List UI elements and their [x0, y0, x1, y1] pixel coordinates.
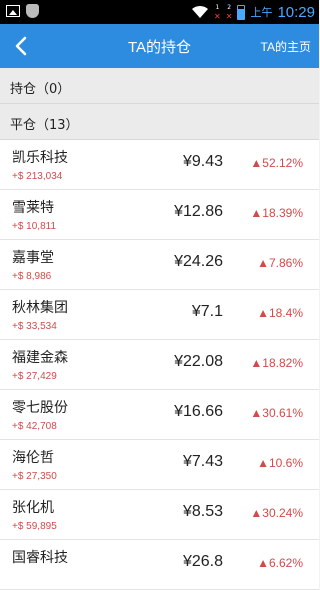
stock-name: 秋林集团 — [12, 300, 68, 316]
stock-row[interactable]: 秋林集团 +$ 33,534 ¥7.1 ▲18.4% — [0, 290, 319, 340]
stock-price: ¥7.1 — [191, 303, 223, 320]
wifi-icon — [192, 5, 209, 18]
app-header: TA的持仓 TA的主页 — [0, 24, 319, 68]
stock-name: 福建金森 — [12, 350, 68, 366]
stock-profit: +$ 27,350 — [12, 471, 57, 482]
stock-row[interactable]: 福建金森 +$ 27,429 ¥22.08 ▲18.82% — [0, 340, 319, 390]
shield-notification-icon — [26, 4, 39, 18]
stock-name: 凯乐科技 — [12, 150, 68, 166]
stock-row[interactable]: 零七股份 +$ 42,708 ¥16.66 ▲30.61% — [0, 390, 319, 440]
stock-profit: +$ 33,534 — [12, 321, 57, 332]
stock-row[interactable]: 嘉事堂 +$ 8,986 ¥24.26 ▲7.86% — [0, 240, 319, 290]
stock-change: ▲30.61% — [250, 406, 303, 420]
stock-name: 嘉事堂 — [12, 250, 54, 266]
image-notification-icon — [6, 5, 20, 17]
stock-change: ▲52.12% — [250, 156, 303, 170]
battery-icon — [237, 4, 246, 20]
stock-profit: +$ 27,429 — [12, 371, 57, 382]
stock-change: ▲10.6% — [257, 456, 303, 470]
signal-sim1-icon: 1 ✕ — [214, 4, 221, 21]
stock-row[interactable]: 凯乐科技 +$ 213,034 ¥9.43 ▲52.12% — [0, 140, 319, 190]
stock-price: ¥22.08 — [174, 353, 223, 370]
clock-time: 10:29 — [277, 3, 315, 21]
stock-price: ¥24.26 — [174, 253, 223, 270]
section-holding[interactable]: 持仓（0） — [0, 68, 319, 104]
stock-price: ¥7.43 — [182, 453, 223, 470]
stock-row[interactable]: 雪莱特 +$ 10,811 ¥12.86 ▲18.39% — [0, 190, 319, 240]
stock-name: 国睿科技 — [12, 550, 68, 566]
stock-change: ▲18.82% — [250, 356, 303, 370]
stock-name: 雪莱特 — [12, 200, 54, 216]
stock-price: ¥26.8 — [182, 553, 223, 570]
stock-list: 凯乐科技 +$ 213,034 ¥9.43 ▲52.12% 雪莱特 +$ 10,… — [0, 140, 319, 590]
section-closed-label: 平仓（13） — [10, 118, 79, 133]
stock-profit: +$ 42,708 — [12, 421, 57, 432]
signal-sim2-icon: 2 ✕ — [225, 4, 233, 21]
stock-row[interactable]: 国睿科技 ¥26.8 ▲6.62% — [0, 540, 319, 590]
stock-price: ¥8.53 — [182, 503, 223, 520]
status-bar: 1 ✕ 2 ✕ 上午 10:29 — [0, 0, 319, 24]
section-holding-label: 持仓（0） — [10, 82, 71, 97]
stock-change: ▲7.86% — [257, 256, 303, 270]
stock-name: 张化机 — [12, 500, 54, 516]
stock-change: ▲30.24% — [250, 506, 303, 520]
stock-profit: +$ 59,895 — [12, 521, 57, 532]
ta-homepage-link[interactable]: TA的主页 — [261, 38, 311, 55]
section-closed[interactable]: 平仓（13） — [0, 104, 319, 140]
stock-profit: +$ 10,811 — [12, 221, 57, 232]
stock-price: ¥12.86 — [174, 203, 223, 220]
stock-profit: +$ 213,034 — [12, 171, 63, 182]
stock-price: ¥9.43 — [182, 153, 223, 170]
stock-change: ▲18.39% — [250, 206, 303, 220]
clock-ampm: 上午 — [250, 6, 273, 19]
stock-row[interactable]: 海伦哲 +$ 27,350 ¥7.43 ▲10.6% — [0, 440, 319, 490]
stock-price: ¥16.66 — [174, 403, 223, 420]
stock-name: 零七股份 — [12, 400, 68, 416]
stock-profit: +$ 8,986 — [12, 271, 52, 282]
stock-row[interactable]: 张化机 +$ 59,895 ¥8.53 ▲30.24% — [0, 490, 319, 540]
stock-name: 海伦哲 — [12, 450, 54, 466]
stock-change: ▲18.4% — [257, 306, 303, 320]
